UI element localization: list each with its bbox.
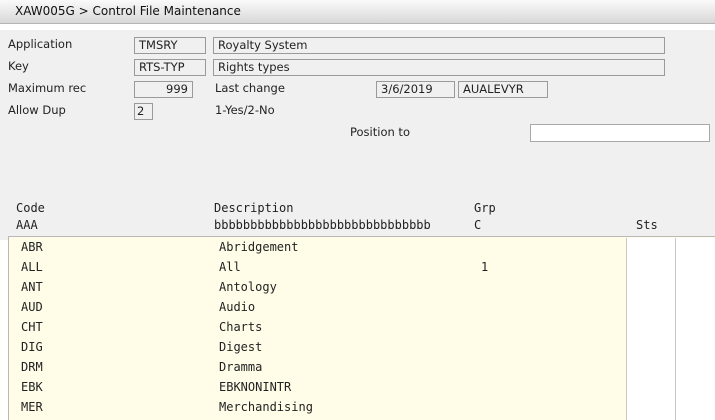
key-label: Key	[8, 59, 29, 73]
cell-description: Digest	[219, 340, 263, 354]
column-header-grp: Grp	[474, 201, 496, 215]
last-change-label: Last change	[215, 81, 285, 95]
window-title-bar: XAW005G > Control File Maintenance	[0, 0, 715, 24]
window-title: XAW005G > Control File Maintenance	[15, 4, 241, 18]
allow-dup-field[interactable]: 2	[134, 103, 153, 120]
cell-description: Abridgement	[219, 240, 299, 254]
cell-code: ALL	[21, 260, 43, 274]
table-row[interactable]: AUD Audio	[9, 297, 635, 317]
records-grid: ABR Abridgement ALL All 1 ANT Antology A…	[8, 236, 715, 420]
subheader-description-format: bbbbbbbbbbbbbbbbbbbbbbbbbbbbbb	[214, 218, 431, 232]
last-change-date-field[interactable]: 3/6/2019	[376, 81, 455, 98]
last-change-user-field[interactable]: AUALEVYR	[458, 81, 548, 98]
table-row[interactable]: DRM Dramma	[9, 357, 635, 377]
table-row[interactable]: DIG Digest	[9, 337, 635, 357]
cell-grp: 1	[481, 260, 489, 274]
max-rec-field[interactable]: 999	[134, 81, 193, 98]
column-header-sts: Sts	[636, 218, 658, 232]
cell-description: Antology	[219, 280, 277, 294]
table-row[interactable]: CHT Charts	[9, 317, 635, 337]
key-code-field[interactable]: RTS-TYP	[134, 59, 206, 76]
application-code-field[interactable]: TMSRY	[134, 37, 206, 54]
table-row[interactable]: ABR Abridgement	[9, 237, 635, 257]
table-row[interactable]: ALL All 1	[9, 257, 635, 277]
header-panel: Application TMSRY Royalty System Key RTS…	[0, 30, 715, 240]
key-name-field[interactable]: Rights types	[213, 59, 665, 76]
cell-description: EBKNONINTR	[219, 380, 292, 394]
cell-description: Merchandising	[219, 400, 313, 414]
cell-code: DRM	[21, 360, 43, 374]
application-name-field[interactable]: Royalty System	[213, 37, 665, 54]
position-to-label: Position to	[350, 125, 410, 139]
cell-code: DIG	[21, 340, 43, 354]
column-header-description: Description	[214, 201, 294, 215]
grid-right-area	[676, 238, 715, 420]
cell-code: AUD	[21, 300, 43, 314]
cell-code: MER	[21, 400, 43, 414]
application-label: Application	[8, 37, 73, 51]
cell-description: All	[219, 260, 241, 274]
sts-column[interactable]	[626, 238, 676, 420]
cell-code: CHT	[21, 320, 43, 334]
subheader-code-format: AAA	[16, 218, 38, 232]
table-row[interactable]: MER Merchandising	[9, 397, 635, 417]
column-header-code: Code	[16, 201, 45, 215]
cell-description: Charts	[219, 320, 263, 334]
cell-description: Audio	[219, 300, 256, 314]
table-row[interactable]: EBK EBKNONINTR	[9, 377, 635, 397]
allow-dup-label: Allow Dup	[8, 103, 66, 117]
position-to-input[interactable]	[530, 124, 710, 142]
cell-code: ANT	[21, 280, 43, 294]
subheader-grp-format: C	[474, 218, 482, 232]
cell-code: ABR	[21, 240, 43, 254]
cell-code: EBK	[21, 380, 43, 394]
allow-dup-hint: 1-Yes/2-No	[215, 103, 275, 117]
max-rec-label: Maximum rec	[8, 81, 87, 95]
cell-description: Dramma	[219, 360, 263, 374]
table-row[interactable]: ANT Antology	[9, 277, 635, 297]
